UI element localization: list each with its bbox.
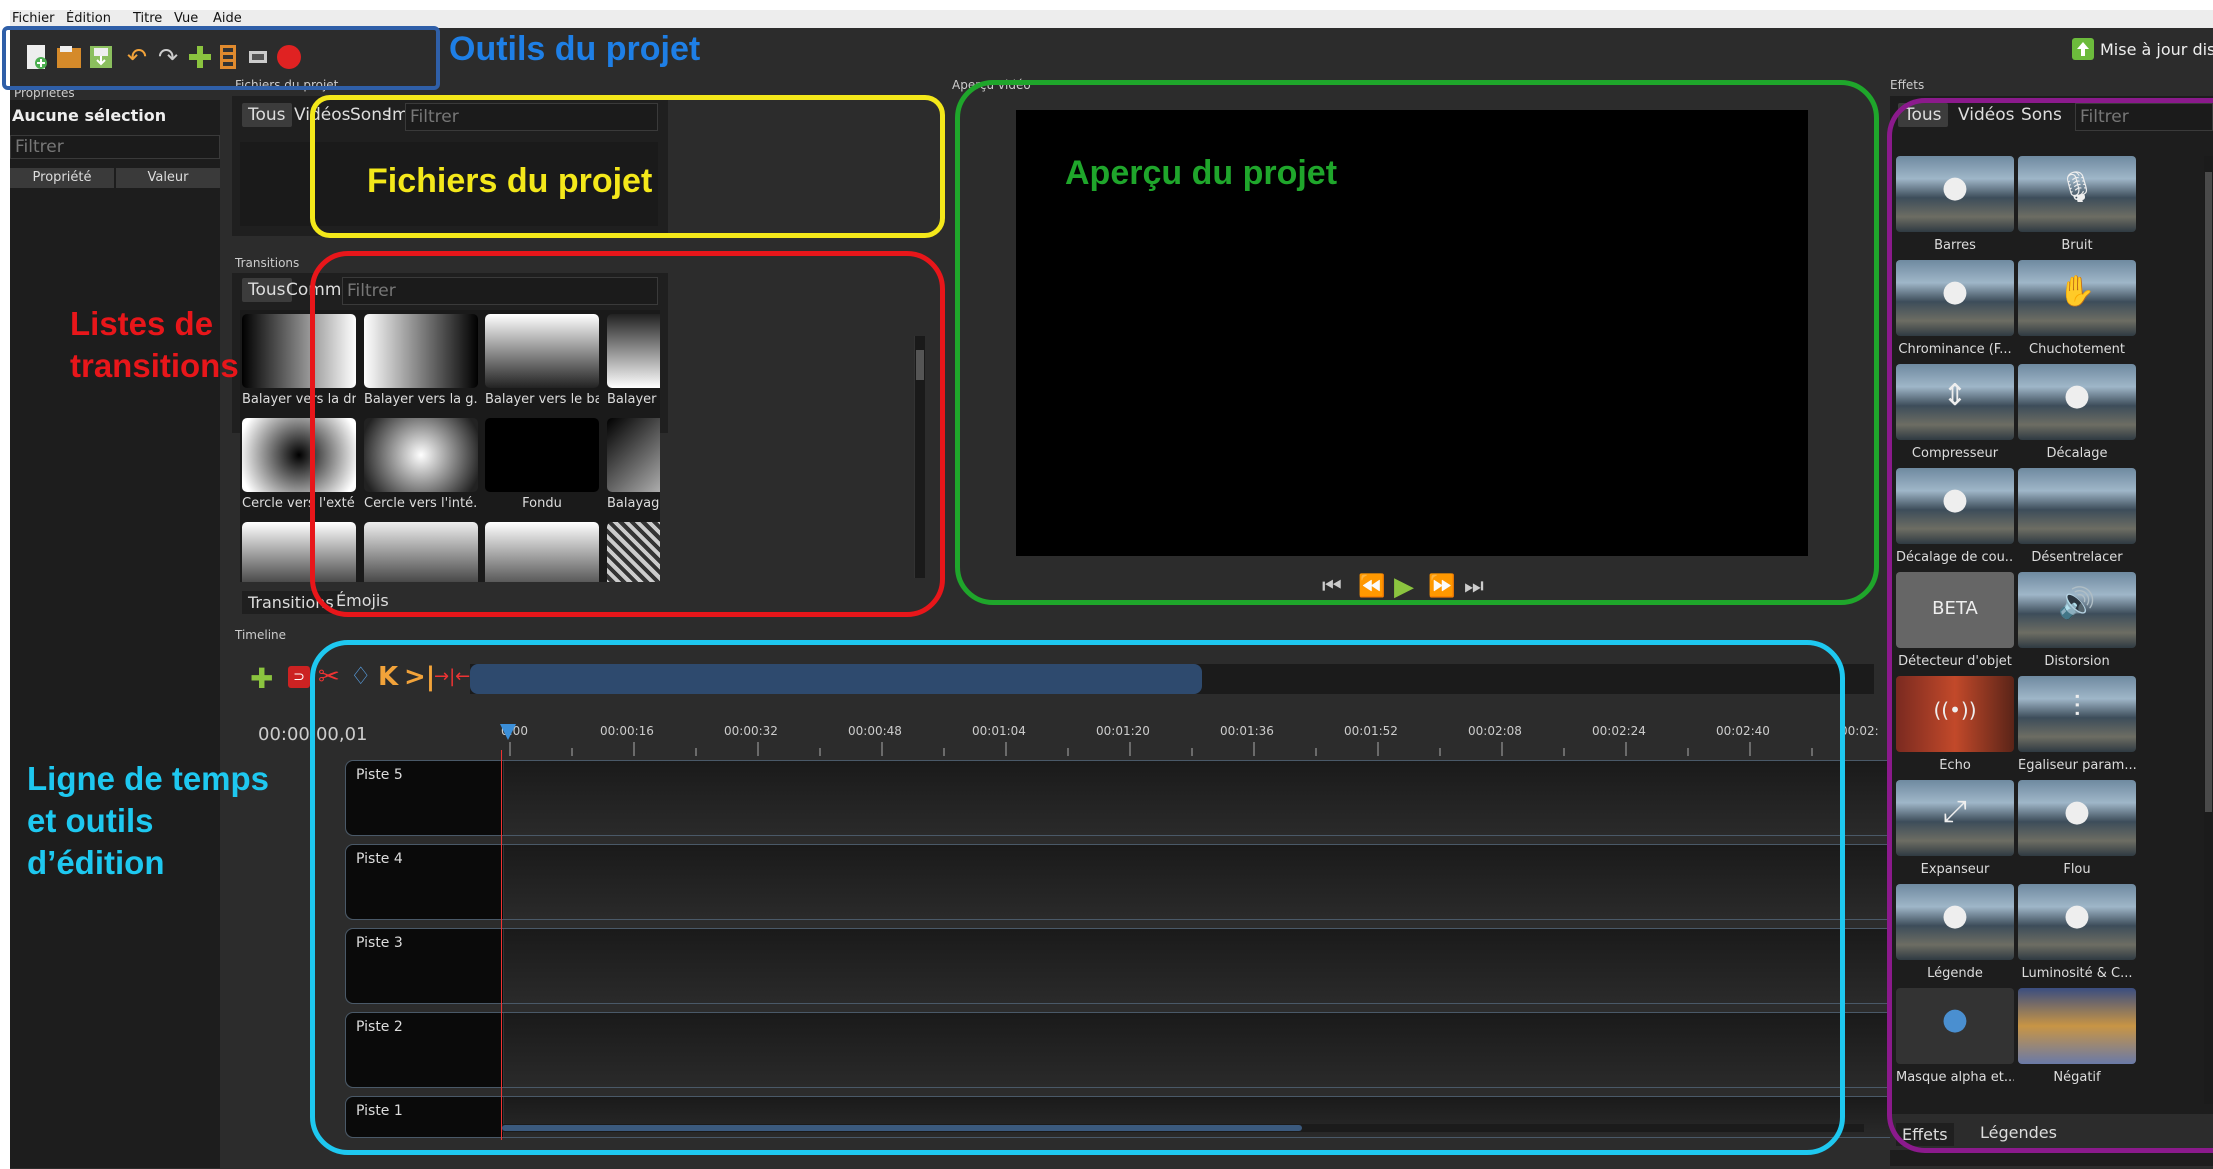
annotation-toolbar-box [2, 26, 440, 90]
annotation-transitions-box [310, 251, 945, 617]
annotation-toolbar-label: Outils du projet [449, 30, 701, 68]
menu-vue[interactable]: Vue [174, 11, 198, 26]
annotation-effects-box [1887, 98, 2213, 1153]
annotation-transitions-label: Listes de transitions [70, 303, 239, 387]
properties-panel: Aucune sélection Filtrer Propriété Valeu… [10, 100, 220, 1168]
update-available-label[interactable]: Mise à jour disponible [2100, 40, 2213, 59]
properties-filter-input[interactable]: Filtrer [10, 135, 220, 159]
add-track-icon[interactable]: ✚ [250, 662, 273, 695]
ruler-label: 00:02: [1840, 724, 1879, 738]
value-column-header[interactable]: Valeur [116, 168, 220, 188]
annotation-timeline-box [310, 640, 1845, 1155]
menu-titre[interactable]: Titre [133, 11, 162, 26]
timeline-dock-title: Timeline [235, 628, 287, 642]
effects-dock-title: Effets [1890, 78, 1925, 92]
annotation-preview-label: Aperçu du projet [1065, 154, 1338, 192]
annotation-files-label: Fichiers du projet [367, 162, 653, 200]
menu-aide[interactable]: Aide [213, 11, 242, 26]
annotation-line: Ligne de temps [27, 760, 270, 797]
snapping-magnet-icon[interactable]: ⊃ [288, 666, 310, 688]
menu-fichier[interactable]: Fichier [12, 11, 55, 26]
tab-transitions-all[interactable]: Tous [242, 278, 292, 302]
no-selection-label: Aucune sélection [12, 106, 167, 125]
annotation-line: transitions [70, 347, 239, 384]
menu-edition[interactable]: Édition [66, 11, 111, 26]
transitions-dock-title: Transitions [235, 256, 300, 270]
annotation-line: d’édition [27, 844, 165, 881]
tab-files-all[interactable]: Tous [242, 103, 292, 127]
annotation-line: Listes de [70, 305, 214, 342]
annotation-timeline-label: Ligne de temps et outils d’édition [27, 758, 269, 884]
property-column-header[interactable]: Propriété [10, 168, 114, 188]
update-arrow-icon[interactable] [2072, 38, 2094, 60]
annotation-line: et outils [27, 802, 154, 839]
